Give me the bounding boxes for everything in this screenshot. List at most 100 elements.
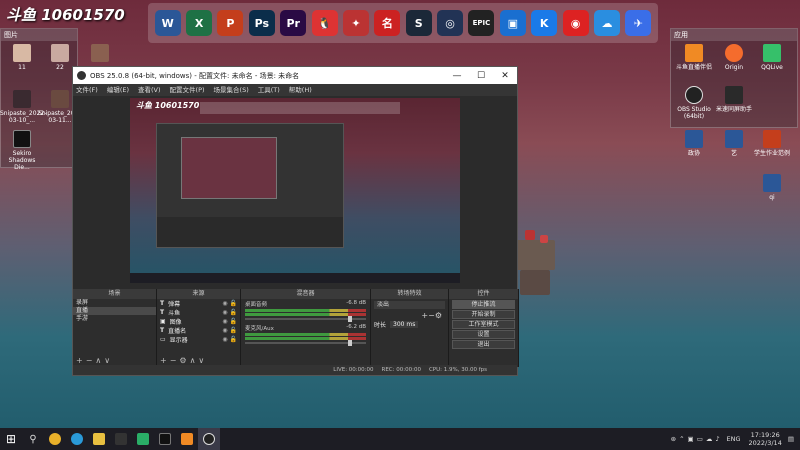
scenes-panel: 场景 录屏 直播 手游 +−∧∨: [73, 289, 157, 367]
source-type-icon: T: [160, 309, 165, 316]
excel-icon[interactable]: X: [186, 10, 213, 36]
game-icon-2[interactable]: 名: [374, 10, 401, 36]
source-type-icon: T: [160, 327, 165, 334]
source-label: 直播名: [168, 328, 187, 335]
menu-item[interactable]: 场景集合(S): [214, 84, 249, 96]
menu-item[interactable]: 文件(F): [76, 84, 98, 96]
mixer-track-desktop: 桌面音频 -6.8 dB: [241, 299, 370, 323]
game-icon-1[interactable]: ✦: [342, 10, 369, 36]
menu-item[interactable]: 帮助(H): [289, 84, 312, 96]
source-item[interactable]: T 弹幕 ◉ 🔓: [157, 299, 240, 308]
taskbar-edge[interactable]: [66, 428, 88, 450]
obs-dock-panels: 场景 录屏 直播 手游 +−∧∨ 来源 T 弹幕 ◉ 🔓 T 斗鱼 ◉ 🔓 ▣ 图像 ◉ 🔓 T 直…: [73, 289, 519, 367]
source-controls[interactable]: +−⚙∧∨: [160, 356, 207, 365]
qq-icon[interactable]: 🐧: [311, 10, 338, 36]
exit-button[interactable]: 退出: [452, 340, 515, 349]
menu-item[interactable]: 工具(T): [258, 84, 280, 96]
menu-item[interactable]: 配置文件(P): [170, 84, 205, 96]
scene-controls[interactable]: +−∧∨: [76, 356, 113, 365]
chrome-icon: [49, 433, 61, 445]
source-item[interactable]: ▣ 图像 ◉ 🔓: [157, 317, 240, 326]
start-recording-button[interactable]: 开始录制: [452, 310, 515, 319]
search-icon: ⚲: [29, 433, 37, 445]
word-icon[interactable]: W: [154, 10, 181, 36]
live-status: LIVE: 00:00:00: [333, 367, 374, 373]
photoshop-icon[interactable]: Ps: [248, 10, 275, 36]
netease-music-icon[interactable]: ◉: [562, 10, 589, 36]
source-label: 图像: [169, 319, 182, 326]
taskbar-app[interactable]: [110, 428, 132, 450]
eye-icon[interactable]: ◉ 🔓: [222, 327, 237, 334]
scene-item[interactable]: 手游: [73, 315, 156, 323]
transition-type[interactable]: 淡出: [374, 301, 445, 309]
menu-item[interactable]: 查看(V): [138, 84, 161, 96]
track-db: -6.2 dB: [346, 324, 366, 330]
settings-button[interactable]: 设置: [452, 330, 515, 339]
clock[interactable]: 17:19:26 2022/3/14: [749, 431, 782, 447]
obs-titlebar[interactable]: OBS 25.0.8 (64-bit, windows) - 配置文件: 未命名…: [73, 67, 517, 84]
source-item[interactable]: ▭ 显示器 ◉ 🔓: [157, 335, 240, 344]
feishu-icon[interactable]: ✈: [625, 10, 652, 36]
taskbar-explorer[interactable]: [88, 428, 110, 450]
eye-icon[interactable]: ◉ 🔓: [222, 300, 237, 307]
controls-panel: 控件 停止推流 开始录制 工作室模式 设置 退出: [449, 289, 519, 367]
screen-tool-icon[interactable]: ▣: [499, 10, 526, 36]
scene-item[interactable]: 直播: [73, 307, 156, 315]
search-button[interactable]: ⚲: [22, 428, 44, 450]
studio-mode-button[interactable]: 工作室模式: [452, 320, 515, 329]
stop-streaming-button[interactable]: 停止推流: [452, 300, 515, 309]
preview-nested-obs: [156, 123, 344, 248]
obs-preview[interactable]: 斗鱼 10601570: [130, 98, 460, 283]
menu-item[interactable]: 编辑(E): [107, 84, 129, 96]
source-item[interactable]: T 直播名 ◉ 🔓: [157, 326, 240, 335]
desktop-icon-douyu[interactable]: 斗鱼直播伴侣: [672, 44, 716, 71]
scene-item[interactable]: 录屏: [73, 299, 156, 307]
eye-icon[interactable]: ◉ 🔓: [222, 318, 237, 325]
close-icon[interactable]: ✕: [493, 71, 517, 81]
transition-controls[interactable]: +−⚙: [371, 311, 448, 320]
obs-window: OBS 25.0.8 (64-bit, windows) - 配置文件: 未命名…: [72, 66, 519, 376]
desktop-file-4[interactable]: qi: [750, 174, 794, 201]
taskbar-sekiro[interactable]: [154, 428, 176, 450]
desktop-icon-obs[interactable]: OBS Studio (64bit): [672, 86, 716, 120]
eye-icon[interactable]: ◉ 🔓: [222, 309, 237, 316]
taskbar-obs[interactable]: [198, 428, 220, 450]
game-icon-3[interactable]: ◎: [437, 10, 464, 36]
volume-slider[interactable]: [245, 340, 366, 346]
source-item[interactable]: T 斗鱼 ◉ 🔓: [157, 308, 240, 317]
powerpoint-icon[interactable]: P: [217, 10, 244, 36]
watermark-text: 斗鱼 10601570: [6, 6, 125, 24]
sources-panel: 来源 T 弹幕 ◉ 🔓 T 斗鱼 ◉ 🔓 ▣ 图像 ◉ 🔓 T 直播名 ◉ 🔓 ▭ 显示器 ◉ 🔓 +−⚙∧∨: [157, 289, 241, 367]
start-button[interactable]: ⊞: [0, 428, 22, 450]
source-type-icon: ▣: [160, 318, 166, 325]
taskbar: ⊞ ⚲ ⊛⌃▣▭☁♪ ENG 17:19:26 2022/3/14 ▤: [0, 428, 800, 450]
notification-icon[interactable]: ▤: [788, 435, 794, 443]
volume-slider[interactable]: [245, 316, 366, 322]
desktop-icon-sekiro[interactable]: Sekiro Shadows Die...: [0, 130, 44, 171]
cpu-status: CPU: 1.9%, 30.00 fps: [428, 367, 487, 373]
fence-title: 应用: [671, 29, 797, 41]
desktop-icon-misu[interactable]: 米速同屏助手: [712, 86, 756, 113]
taskbar-chrome[interactable]: [44, 428, 66, 450]
baidu-netdisk-icon[interactable]: ☁: [593, 10, 620, 36]
eye-icon[interactable]: ◉ 🔓: [222, 336, 237, 343]
minimize-icon[interactable]: —: [445, 71, 469, 81]
mixer-panel: 混音器 桌面音频 -6.8 dB 麦克风/Aux -6.2 dB: [241, 289, 371, 367]
epic-games-icon[interactable]: EPIC: [468, 10, 495, 36]
duration-label: 时长: [374, 322, 387, 329]
mixer-title: 混音器: [241, 289, 370, 299]
premiere-icon[interactable]: Pr: [280, 10, 307, 36]
tray-icons[interactable]: ⊛⌃▣▭☁♪: [671, 435, 723, 443]
kugou-icon[interactable]: K: [531, 10, 558, 36]
island-decor: [525, 230, 535, 240]
desktop-file-1[interactable]: 政协: [672, 130, 716, 157]
steam-icon[interactable]: S: [405, 10, 432, 36]
duration-input[interactable]: 300 ms: [390, 321, 419, 328]
desktop-icon-image[interactable]: [78, 44, 122, 64]
desktop-icon-qqlive[interactable]: QQLive: [750, 44, 794, 71]
maximize-icon[interactable]: ☐: [469, 71, 493, 81]
taskbar-wechat[interactable]: [132, 428, 154, 450]
taskbar-douyu[interactable]: [176, 428, 198, 450]
language-indicator[interactable]: ENG: [726, 435, 740, 443]
desktop-file-3[interactable]: 学生作业范例: [750, 130, 794, 157]
